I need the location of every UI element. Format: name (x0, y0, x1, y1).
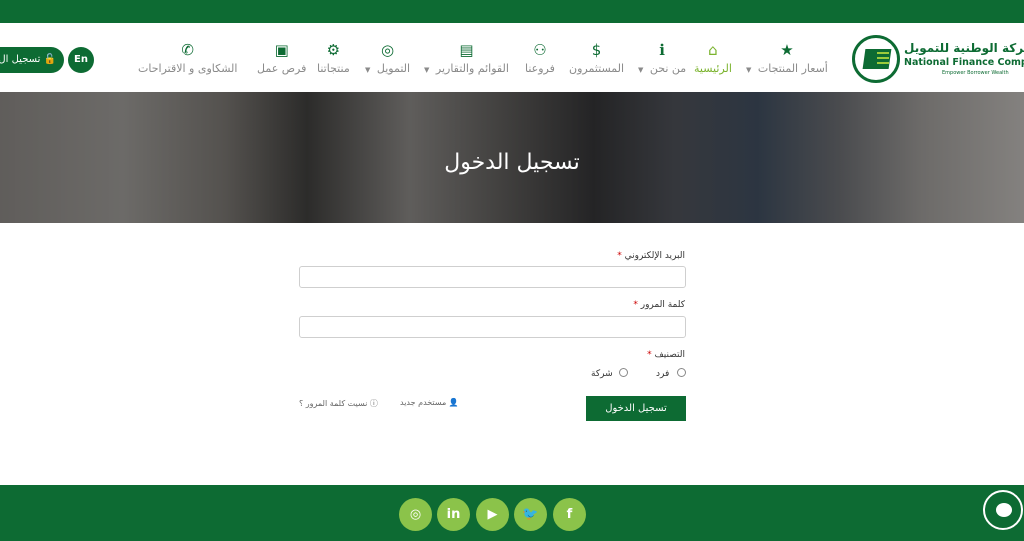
lock-icon: 🔓 (43, 54, 56, 65)
language-toggle-button[interactable]: En (68, 47, 94, 73)
new-user-link[interactable]: 👤 مستخدم جديد (400, 398, 459, 407)
nav-item-home[interactable]: ⌂ الرئيسية (694, 41, 732, 81)
nav-item-product-prices[interactable]: ★ أسعار المنتجات ▼ (746, 41, 828, 81)
nav-item-reports[interactable]: ▤ القوائم والتقارير ▼ (424, 41, 509, 81)
nav-label: القوائم والتقارير (435, 62, 509, 75)
individual-label: فرد (656, 369, 670, 379)
nav-item-careers[interactable]: ▣ فرص عمل (257, 41, 306, 81)
money-icon: $ (591, 41, 602, 59)
forgot-password-link[interactable]: ⓘ نسيت كلمة المرور ؟ (299, 398, 378, 409)
site-footer (0, 485, 1024, 541)
file-dollar-icon: ▤ (459, 41, 474, 59)
nav-item-investors[interactable]: $ المستثمرون (569, 41, 624, 81)
password-label: كلمة المرور * (633, 300, 685, 310)
nav-label: التمويل (376, 62, 411, 75)
company-logo[interactable]: الشركة الوطنية للتمويل National Finance … (852, 35, 1024, 85)
linkedin-icon[interactable]: in (437, 498, 470, 531)
email-label: البريد الإلكتروني * (617, 251, 685, 261)
nav-label: فرص عمل (257, 62, 307, 75)
briefcase-icon: ▣ (274, 41, 289, 59)
company-name-ar: الشركة الوطنية للتمويل (904, 41, 1024, 55)
nav-item-about[interactable]: ℹ من نحن ▼ (638, 41, 686, 81)
twitter-icon[interactable]: 🐦 (514, 498, 547, 531)
chevron-down-icon: ▼ (746, 66, 752, 74)
nav-label: من نحن (649, 62, 687, 75)
cogs-icon: ⚙ (326, 41, 341, 59)
chat-bubble-icon (996, 503, 1012, 517)
chevron-down-icon: ▼ (638, 66, 644, 74)
nav-label: منتجاتنا (317, 62, 350, 75)
logo-emblem-icon (852, 35, 900, 83)
instagram-icon[interactable]: ◎ (399, 498, 432, 531)
chevron-down-icon: ▼ (365, 66, 371, 74)
question-icon: ⓘ (369, 399, 378, 408)
company-name-en: National Finance Company (904, 57, 1024, 68)
hero-banner: تسجيل الدخول (0, 92, 1024, 223)
chevron-down-icon: ▼ (424, 66, 430, 74)
nav-label: الشكاوى و الاقتراحات (138, 62, 238, 75)
header-login-label: تسجيل ال (0, 54, 41, 65)
user-icon: 👤 (448, 398, 459, 407)
youtube-icon[interactable]: ▶ (476, 498, 509, 531)
company-tagline: Empower Borrower Wealth (942, 70, 1009, 76)
site-header: الشركة الوطنية للتمويل National Finance … (0, 23, 1024, 92)
password-field[interactable] (299, 316, 686, 338)
company-radio[interactable] (619, 368, 628, 377)
info-icon: ℹ (659, 41, 665, 59)
top-bar (0, 0, 1024, 23)
nav-label: الرئيسية (694, 62, 732, 75)
page-title: تسجيل الدخول (444, 150, 580, 175)
classification-label: التصنيف * (647, 350, 685, 360)
star-icon: ★ (780, 41, 794, 59)
individual-radio[interactable] (677, 368, 686, 377)
nav-item-finance[interactable]: ◎ التمويل ▼ (365, 41, 410, 81)
phone-icon: ✆ (181, 41, 194, 59)
nav-item-complaints[interactable]: ✆ الشكاوى و الاقتراحات (138, 41, 237, 81)
email-field[interactable] (299, 266, 686, 288)
company-label: شركة (591, 369, 613, 379)
login-submit-button[interactable]: تسجيل الدخول (586, 396, 686, 421)
nav-item-products[interactable]: ⚙ منتجاتنا (317, 41, 350, 81)
nav-label: المستثمرون (569, 62, 625, 75)
chat-button[interactable] (983, 490, 1023, 530)
coins-icon: ◎ (380, 41, 395, 59)
nav-label: فروعنا (525, 62, 555, 75)
sitemap-icon: ⚇ (533, 41, 547, 59)
facebook-icon[interactable]: f (553, 498, 586, 531)
nav-item-branches[interactable]: ⚇ فروعنا (525, 41, 555, 81)
header-login-button[interactable]: 🔓 تسجيل ال (0, 47, 64, 73)
nav-label: أسعار المنتجات (757, 62, 828, 75)
home-icon: ⌂ (708, 41, 718, 59)
